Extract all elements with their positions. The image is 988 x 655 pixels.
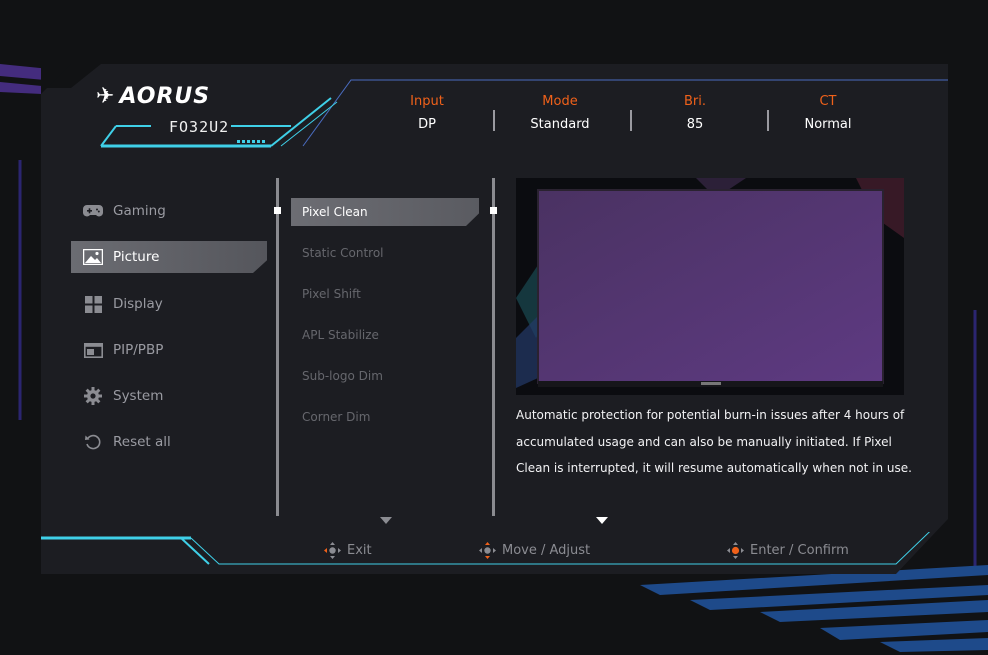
brand-name: AORUS: [119, 84, 211, 109]
status-mode-label: Mode: [542, 94, 578, 109]
category-label: Reset all: [113, 434, 171, 450]
submenu-label: Corner Dim: [302, 410, 371, 424]
category-label: Display: [113, 296, 163, 312]
description-scroll-down-icon[interactable]: [596, 517, 608, 524]
gamepad-icon: [83, 201, 103, 221]
preview-image: [516, 178, 904, 395]
aorus-logo: ✈ AORUS: [96, 84, 210, 109]
category-display[interactable]: Display: [71, 288, 267, 320]
footer-enter-confirm[interactable]: Enter / Confirm: [727, 542, 849, 559]
category-gaming[interactable]: Gaming: [71, 195, 267, 227]
submenu-pixel-clean[interactable]: Pixel Clean: [291, 198, 479, 226]
status-brightness: Bri. 85: [635, 94, 755, 132]
status-ct-label: CT: [819, 94, 837, 109]
footer-confirm-label: Enter / Confirm: [750, 543, 849, 558]
category-label: Gaming: [113, 203, 166, 219]
category-label: System: [113, 388, 164, 404]
osd-panel: ✈ AORUS FO32U2 Input DP Mode Standard Bri…: [41, 64, 948, 574]
footer-exit[interactable]: Exit: [324, 542, 372, 559]
category-label: Picture: [113, 249, 160, 265]
selection-marker: [274, 207, 281, 214]
submenu-label: Pixel Clean: [302, 205, 368, 219]
reset-icon: [83, 432, 103, 452]
category-pip-pbp[interactable]: PIP/PBP: [71, 334, 267, 366]
status-divider: [630, 110, 632, 131]
submenu-static-control[interactable]: Static Control: [291, 239, 479, 267]
submenu-sub-logo-dim[interactable]: Sub-logo Dim: [291, 362, 479, 390]
category-separator: [276, 178, 279, 516]
submenu-corner-dim[interactable]: Corner Dim: [291, 403, 479, 431]
model-name: FO32U2: [169, 118, 230, 136]
submenu-label: APL Stabilize: [302, 328, 379, 342]
display-grid-icon: [83, 294, 103, 314]
category-label: PIP/PBP: [113, 342, 164, 358]
submenu-pixel-shift[interactable]: Pixel Shift: [291, 280, 479, 308]
submenu-apl-stabilize[interactable]: APL Stabilize: [291, 321, 479, 349]
submenu-label: Static Control: [302, 246, 384, 260]
category-picture[interactable]: Picture: [71, 241, 267, 273]
footer-exit-label: Exit: [347, 543, 372, 558]
joystick-left-icon: [324, 542, 341, 559]
status-input-label: Input: [410, 94, 444, 109]
footer-move-adjust[interactable]: Move / Adjust: [479, 542, 590, 559]
status-brightness-label: Bri.: [683, 94, 706, 109]
pip-icon: [83, 340, 103, 360]
description-text: Automatic protection for potential burn-…: [516, 408, 912, 475]
footer-move-label: Move / Adjust: [502, 543, 591, 558]
eagle-icon: ✈: [96, 84, 116, 109]
submenu-separator: [492, 178, 495, 516]
picture-icon: [83, 247, 103, 267]
category-system[interactable]: System: [71, 380, 267, 412]
status-mode: Mode Standard: [500, 94, 620, 132]
status-ct-value: Normal: [804, 117, 852, 132]
status-ct: CT Normal: [768, 94, 888, 132]
status-mode-value: Standard: [530, 117, 590, 132]
status-input-value: DP: [418, 117, 436, 132]
status-divider: [493, 110, 495, 131]
submenu-label: Sub-logo Dim: [302, 369, 383, 383]
joystick-updown-icon: [479, 542, 496, 559]
status-brightness-value: 85: [686, 117, 704, 132]
submenu-label: Pixel Shift: [302, 287, 361, 301]
joystick-press-icon: [727, 542, 744, 559]
status-input: Input DP: [367, 94, 487, 132]
submenu-scroll-down-icon[interactable]: [380, 517, 392, 524]
category-reset-all[interactable]: Reset all: [71, 426, 267, 458]
selection-marker: [490, 207, 497, 214]
gear-icon: [83, 386, 103, 406]
